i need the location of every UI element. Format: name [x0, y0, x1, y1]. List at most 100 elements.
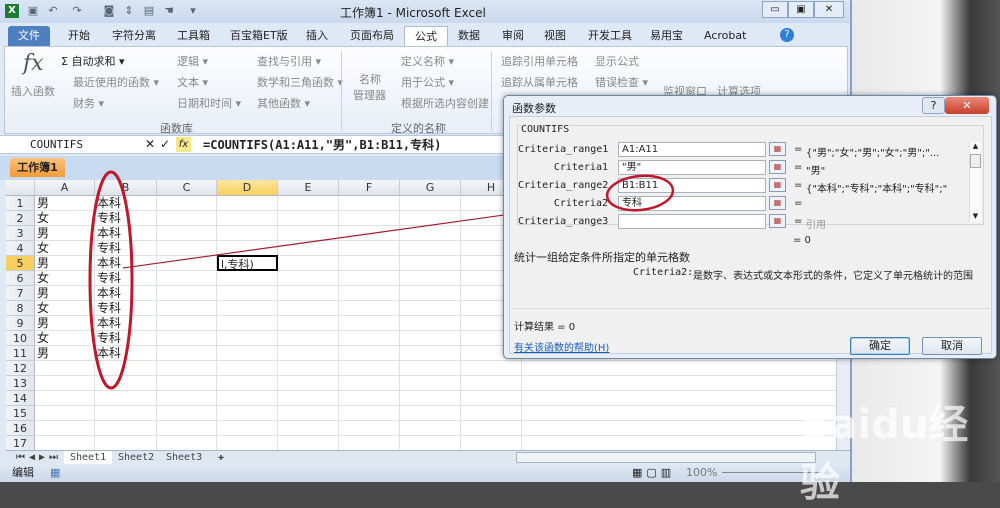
tab-et-box[interactable]: 百宝箱ET版 [220, 26, 298, 46]
trace-dependents-button[interactable]: 追踪从属单元格 [501, 74, 578, 90]
arg-input-1[interactable]: "男" [618, 160, 766, 175]
row-header-5[interactable]: 5 [6, 256, 35, 271]
create-from-selection-button[interactable]: 根据所选内容创建 [401, 95, 489, 111]
maximize-button[interactable]: ▣ [788, 1, 814, 18]
cell-b7[interactable]: 本科 [95, 286, 121, 301]
camera-icon[interactable]: ◙ [102, 4, 116, 18]
horizontal-scrollbar[interactable] [516, 452, 816, 463]
args-scrollbar[interactable]: ▲ ▼ [969, 142, 981, 222]
undo-icon[interactable]: ↶ [46, 4, 60, 18]
cell-b5[interactable]: 本科 [95, 256, 121, 271]
cell-d5-editing[interactable]: l,专科) [217, 255, 278, 271]
date-time-button[interactable]: 日期和时间 ▾ [177, 95, 241, 111]
row-header-7[interactable]: 7 [6, 286, 35, 301]
dialog-help-button[interactable]: ? [922, 97, 945, 114]
tab-home[interactable]: 开始 [58, 26, 100, 46]
collapse-dialog-icon[interactable]: ▦ [769, 178, 786, 192]
cell-b4[interactable]: 专科 [95, 241, 121, 256]
lookup-button[interactable]: 查找与引用 ▾ [257, 53, 321, 69]
column-header-e[interactable]: E [278, 180, 339, 196]
cancel-button[interactable]: 取消 [922, 337, 982, 355]
row-header-2[interactable]: 2 [6, 211, 35, 226]
use-in-formula-button[interactable]: 用于公式 ▾ [401, 74, 454, 90]
insert-function-icon[interactable]: fx [176, 137, 191, 152]
cell-a3[interactable]: 男 [35, 226, 49, 241]
row-header-4[interactable]: 4 [6, 241, 35, 256]
tab-insert[interactable]: 插入 [296, 26, 338, 46]
row-header-3[interactable]: 3 [6, 226, 35, 241]
collapse-dialog-icon[interactable]: ▦ [769, 160, 786, 174]
cell-a9[interactable]: 男 [35, 316, 49, 331]
sheet-tab-1[interactable]: Sheet1 [64, 451, 113, 464]
row-header-12[interactable]: 12 [6, 361, 35, 376]
arg-input-2[interactable]: B1:B11 [618, 178, 766, 193]
recent-functions-button[interactable]: 最近使用的函数 ▾ [73, 74, 159, 90]
insert-sheet-icon[interactable]: ✚ [212, 451, 230, 464]
enter-icon[interactable]: ✓ [160, 137, 170, 151]
sort-icon[interactable]: ⇕ [122, 4, 136, 18]
row-header-16[interactable]: 16 [6, 421, 35, 436]
form-icon[interactable]: ▤ [142, 4, 156, 18]
row-header-13[interactable]: 13 [6, 376, 35, 391]
workbook-tab[interactable]: 工作簿1 [10, 158, 65, 177]
column-header-g[interactable]: G [400, 180, 461, 196]
insert-function-button[interactable]: 插入函数 [11, 83, 55, 99]
cell-a11[interactable]: 男 [35, 346, 49, 361]
dialog-close-button[interactable]: ✕ [945, 97, 989, 114]
collapse-dialog-icon[interactable]: ▦ [769, 196, 786, 210]
logical-button[interactable]: 逻辑 ▾ [177, 53, 208, 69]
text-button[interactable]: 文本 ▾ [177, 74, 208, 90]
show-formulas-button[interactable]: 显示公式 [595, 53, 639, 69]
column-header-a[interactable]: A [35, 180, 95, 196]
save-icon[interactable]: ▣ [26, 4, 40, 18]
row-header-8[interactable]: 8 [6, 301, 35, 316]
cell-b8[interactable]: 专科 [95, 301, 121, 316]
column-header-c[interactable]: C [157, 180, 217, 196]
tab-developer[interactable]: 开发工具 [578, 26, 642, 46]
tab-toolbox[interactable]: 工具箱 [167, 26, 220, 46]
cell-b9[interactable]: 本科 [95, 316, 121, 331]
row-header-6[interactable]: 6 [6, 271, 35, 286]
macro-record-icon[interactable]: ▦ [50, 464, 60, 482]
tab-acrobat[interactable]: Acrobat [694, 26, 756, 46]
cell-b6[interactable]: 专科 [95, 271, 121, 286]
ok-button[interactable]: 确定 [850, 337, 910, 355]
trace-precedents-button[interactable]: 追踪引用单元格 [501, 53, 578, 69]
touch-icon[interactable]: ☚ [162, 4, 176, 18]
cancel-icon[interactable]: ✕ [145, 137, 155, 151]
select-all-corner[interactable] [6, 180, 35, 196]
column-header-b[interactable]: B [95, 180, 157, 196]
tab-page-layout[interactable]: 页面布局 [340, 26, 404, 46]
name-manager-button[interactable]: 名称 管理器 [353, 71, 386, 103]
arg-input-0[interactable]: A1:A11 [618, 142, 766, 157]
row-header-1[interactable]: 1 [6, 196, 35, 211]
customize-qat-icon[interactable]: ▾ [186, 4, 200, 18]
sheet-tab-3[interactable]: Sheet3 [160, 451, 208, 464]
cell-a7[interactable]: 男 [35, 286, 49, 301]
cell-a8[interactable]: 女 [35, 301, 49, 316]
more-functions-button[interactable]: 其他函数 ▾ [257, 95, 310, 111]
tab-char-split[interactable]: 字符分离 [102, 26, 166, 46]
financial-button[interactable]: 财务 ▾ [73, 95, 104, 111]
row-header-14[interactable]: 14 [6, 391, 35, 406]
define-name-button[interactable]: 定义名称 ▾ [401, 53, 454, 69]
cell-a6[interactable]: 女 [35, 271, 49, 286]
row-header-9[interactable]: 9 [6, 316, 35, 331]
close-button[interactable]: ✕ [814, 1, 844, 18]
cell-a2[interactable]: 女 [35, 211, 49, 226]
error-checking-button[interactable]: 错误检查 ▾ [595, 74, 648, 90]
autosum-button[interactable]: Σ 自动求和 ▾ [61, 53, 124, 69]
sheet-nav-icon[interactable]: ⏮◀▶⏭ [10, 451, 68, 464]
column-header-d[interactable]: D [217, 180, 278, 196]
redo-icon[interactable]: ↷ [70, 4, 84, 18]
tab-data[interactable]: 数据 [448, 26, 490, 46]
cell-a5[interactable]: 男 [35, 256, 49, 271]
cell-b10[interactable]: 专科 [95, 331, 121, 346]
arg-input-3[interactable]: 专科 [618, 196, 766, 211]
cell-b11[interactable]: 本科 [95, 346, 121, 361]
math-button[interactable]: 数学和三角函数 ▾ [257, 74, 343, 90]
cell-b3[interactable]: 本科 [95, 226, 121, 241]
collapse-dialog-icon[interactable]: ▦ [769, 142, 786, 156]
row-header-11[interactable]: 11 [6, 346, 35, 361]
collapse-dialog-icon[interactable]: ▦ [769, 214, 786, 228]
